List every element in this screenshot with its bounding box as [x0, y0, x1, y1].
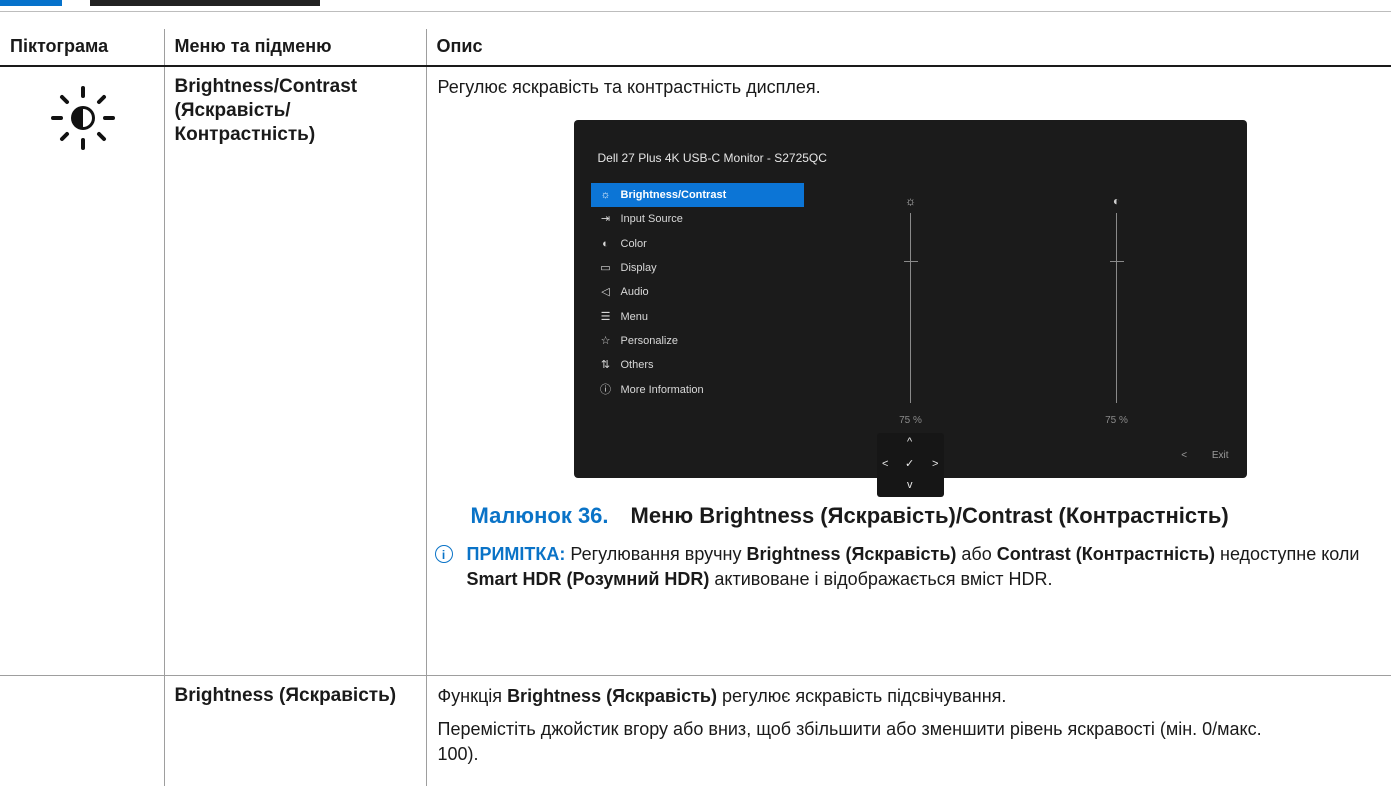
menu-icon: ☰ — [599, 311, 613, 323]
osd-menu-item-display[interactable]: ▭ Display — [591, 256, 804, 280]
contrast-value: 75 % — [1094, 409, 1140, 433]
note-text: недоступне коли — [1215, 544, 1359, 564]
osd-menu-label: More Information — [621, 378, 704, 402]
figure-caption: Малюнок 36. Меню Brightness (Яскравість)/… — [471, 504, 1391, 528]
figure-number: Малюнок 36. — [471, 503, 609, 528]
brightness-slider[interactable]: ☼ 75 % — [896, 183, 926, 423]
palette-icon: ◐ — [599, 238, 613, 250]
joystick-center-icon: ✓ — [905, 457, 914, 470]
joystick-down-icon: v — [907, 479, 913, 491]
osd-menu-label: Audio — [621, 280, 649, 304]
slider-track — [1116, 213, 1117, 403]
osd-menu-item-color[interactable]: ◐ Color — [591, 232, 804, 256]
top-rule — [0, 11, 1391, 12]
note-text: Регулювання вручну — [565, 544, 746, 564]
desc-text: Функція — [438, 686, 508, 706]
osd-menu-label: Input Source — [621, 207, 683, 231]
table-header-row: Піктограма Меню та підменю Опис — [0, 29, 1391, 66]
sun-icon: ☼ — [599, 189, 613, 201]
slider-thumb[interactable] — [1110, 261, 1124, 262]
header-menu-col: Меню та підменю — [164, 29, 426, 66]
osd-screenshot: Dell 27 Plus 4K USB-C Monitor - S2725QC … — [574, 120, 1247, 478]
menu-cell: Brightness/Contrast (Яскравість/ Контрас… — [164, 66, 426, 676]
description-text: Регулює яскравість та контрастність дисп… — [438, 75, 1382, 100]
osd-menu: ☼ Brightness/Contrast ⇥ Input Source ◐ Colo… — [591, 183, 804, 402]
osd-menu-item-personalize[interactable]: ☆ Personalize — [591, 329, 804, 353]
note-label: ПРИМІТКА: — [467, 544, 566, 564]
contrast-slider[interactable]: ◐ 75 % — [1102, 183, 1132, 423]
joystick-guide: ^ < ✓ > v — [877, 433, 944, 497]
osd-menu-item-menu[interactable]: ☰ Menu — [591, 304, 804, 328]
osd-menu-item-audio[interactable]: ◁ Audio — [591, 280, 804, 304]
osd-title: Dell 27 Plus 4K USB-C Monitor - S2725QC — [598, 146, 827, 170]
desc-cell: Регулює яскравість та контрастність дисп… — [426, 66, 1391, 676]
desc-cell: Функція Brightness (Яскравість) регулює … — [426, 676, 1391, 786]
joystick-right-icon: > — [932, 458, 938, 470]
note-bold: Contrast (Контрастність) — [997, 544, 1215, 564]
exit-button[interactable]: Exit — [1212, 450, 1229, 461]
slider-track — [910, 213, 911, 403]
osd-menu-label: Menu — [621, 305, 649, 329]
slider-thumb[interactable] — [904, 261, 918, 262]
osd-menu-item-more-information[interactable]: ⓘ More Information — [591, 377, 804, 401]
osd-menu-label: Color — [621, 232, 647, 256]
description-text: Функція Brightness (Яскравість) регулює … — [438, 684, 1272, 709]
osd-menu-label: Display — [621, 256, 657, 280]
info-icon: ⓘ — [599, 384, 613, 396]
osd-menu-item-others[interactable]: ⇅ Others — [591, 353, 804, 377]
osd-menu-item-brightness-contrast[interactable]: ☼ Brightness/Contrast — [591, 183, 804, 207]
contrast-icon: ◐ — [1102, 189, 1132, 213]
osd-footer: < Exit — [1159, 444, 1228, 468]
page-top-bar — [0, 0, 1391, 12]
top-heading-fragment — [90, 0, 320, 6]
note-text: або — [956, 544, 996, 564]
sun-icon: ☼ — [896, 189, 926, 213]
note-bold: Smart HDR (Розумний HDR) — [467, 569, 710, 589]
info-icon: i — [435, 545, 453, 563]
desc-bold: Brightness (Яскравість) — [507, 686, 717, 706]
menu-name-brightness-contrast: Brightness/Contrast (Яскравість/ Контрас… — [165, 67, 426, 155]
input-source-icon: ⇥ — [599, 213, 613, 225]
menu-cell: Brightness (Яскравість) — [164, 676, 426, 786]
icon-cell — [0, 66, 164, 676]
brightness-contrast-icon — [48, 83, 118, 153]
osd-menu-label: Personalize — [621, 329, 678, 353]
header-icon-col: Піктограма — [0, 29, 164, 66]
others-icon: ⇅ — [599, 359, 613, 371]
star-icon: ☆ — [599, 335, 613, 347]
header-desc-col: Опис — [426, 29, 1391, 66]
joystick-left-icon: < — [882, 458, 888, 470]
display-icon: ▭ — [599, 262, 613, 274]
back-button[interactable]: < — [1181, 450, 1187, 461]
speaker-icon: ◁ — [599, 286, 613, 298]
note-text: активоване і відображається вміст HDR. — [709, 569, 1052, 589]
menu-name-brightness: Brightness (Яскравість) — [165, 676, 426, 716]
joystick-up-icon: ^ — [907, 436, 912, 448]
table-row: Brightness (Яскравість) Функція Brightne… — [0, 676, 1391, 786]
osd-menu-label: Brightness/Contrast — [621, 183, 727, 207]
description-text-2: Перемістіть джойстик вгору або вниз, щоб… — [438, 717, 1272, 767]
desc-text: регулює яскравість підсвічування. — [717, 686, 1006, 706]
osd-menu-label: Others — [621, 353, 654, 377]
note-block: i ПРИМІТКА: Регулювання вручну Brightnes… — [433, 542, 1378, 592]
brightness-value: 75 % — [888, 409, 934, 433]
note-bold: Brightness (Яскравість) — [746, 544, 956, 564]
table-row: Brightness/Contrast (Яскравість/ Контрас… — [0, 66, 1391, 676]
icon-cell — [0, 676, 164, 786]
menu-table: Піктограма Меню та підменю Опис — [0, 29, 1391, 786]
figure-title: Меню Brightness (Яскравість)/Contrast (К… — [631, 503, 1229, 528]
top-link-fragment — [0, 0, 62, 6]
osd-menu-item-input-source[interactable]: ⇥ Input Source — [591, 207, 804, 231]
